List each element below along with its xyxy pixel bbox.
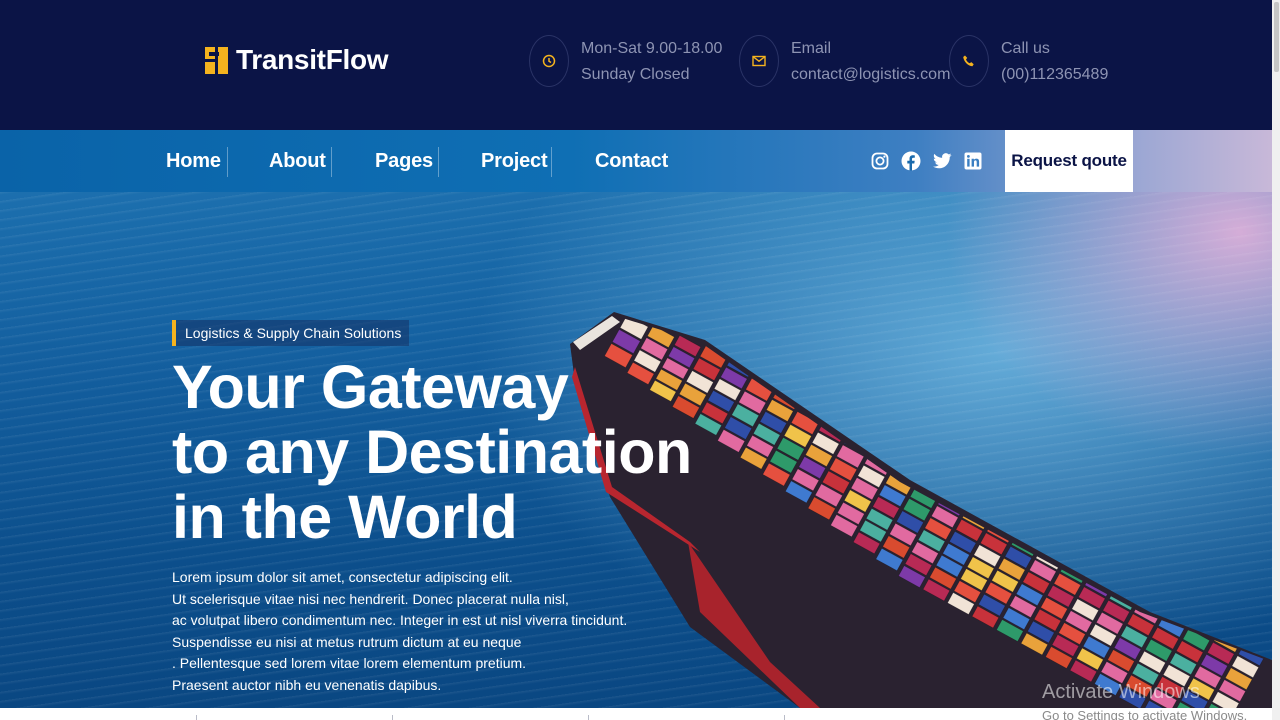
clock-icon (529, 35, 569, 87)
brand-name: TransitFlow (236, 44, 389, 75)
nav-pages[interactable]: Pages (375, 130, 433, 192)
hours-line-1: Mon-Sat 9.00-18.00 (581, 39, 723, 57)
email-address[interactable]: contact@logistics.com (791, 65, 950, 84)
phone-icon (949, 35, 989, 87)
twitter-icon[interactable] (931, 150, 953, 172)
headline-line: Your Gateway (172, 353, 569, 421)
nav-divider (551, 147, 552, 177)
email-info: Email contact@logistics.com (739, 35, 950, 87)
nav-divider (438, 147, 439, 177)
hero-headline: Your Gateway to any Destination in the W… (172, 355, 692, 550)
request-quote-button[interactable]: Request qoute (1005, 130, 1133, 192)
logo-mark-icon (205, 46, 228, 74)
nav-divider (227, 147, 228, 177)
nav-contact[interactable]: Contact (595, 130, 668, 192)
hero-description: Lorem ipsum dolor sit amet, consectetur … (172, 567, 627, 696)
description-line: Praesent auctor nibh eu venenatis dapibu… (172, 676, 442, 693)
phone-label: Call us (1001, 39, 1050, 57)
headline-line: to any Destination (172, 418, 692, 486)
nav-divider (331, 147, 332, 177)
linkedin-icon[interactable] (962, 150, 984, 172)
hours-info: Mon-Sat 9.00-18.00 Sunday Closed (529, 35, 722, 87)
phone-info: Call us (00)112365489 (949, 35, 1108, 87)
email-label: Email (791, 39, 832, 57)
description-line: Ut scelerisque vitae nisi nec hendrerit.… (172, 590, 569, 607)
headline-line: in the World (172, 483, 518, 551)
description-line: . Pellentesque sed lorem vitae lorem ele… (172, 655, 527, 671)
nav-home[interactable]: Home (166, 130, 221, 192)
hours-line-2: Sunday Closed (581, 65, 690, 83)
description-line: Suspendisse eu nisi at metus rutrum dict… (172, 633, 522, 650)
hero-section: Logistics & Supply Chain Solutions Your … (0, 192, 1272, 708)
facebook-icon[interactable] (900, 150, 922, 172)
phone-number[interactable]: (00)112365489 (1001, 65, 1108, 84)
description-line: ac volutpat libero condimentum nec. Inte… (172, 612, 628, 628)
description-line: Lorem ipsum dolor sit amet, consectetur … (172, 569, 513, 585)
nav-project[interactable]: Project (481, 130, 548, 192)
os-activation-watermark: Activate Windows (1042, 681, 1200, 703)
hero-tag: Logistics & Supply Chain Solutions (172, 320, 410, 346)
logo[interactable]: TransitFlow (205, 44, 389, 76)
page-scrollbar[interactable] (1272, 0, 1280, 720)
os-activation-hint: Go to Settings to activate Windows. (1042, 708, 1248, 720)
scrollbar-thumb[interactable] (1274, 2, 1279, 72)
instagram-icon[interactable] (869, 150, 891, 172)
mail-icon (739, 35, 779, 87)
nav-about[interactable]: About (269, 130, 326, 192)
top-header: TransitFlow Mon-Sat 9.00-18.00 Sunday Cl… (0, 0, 1272, 130)
